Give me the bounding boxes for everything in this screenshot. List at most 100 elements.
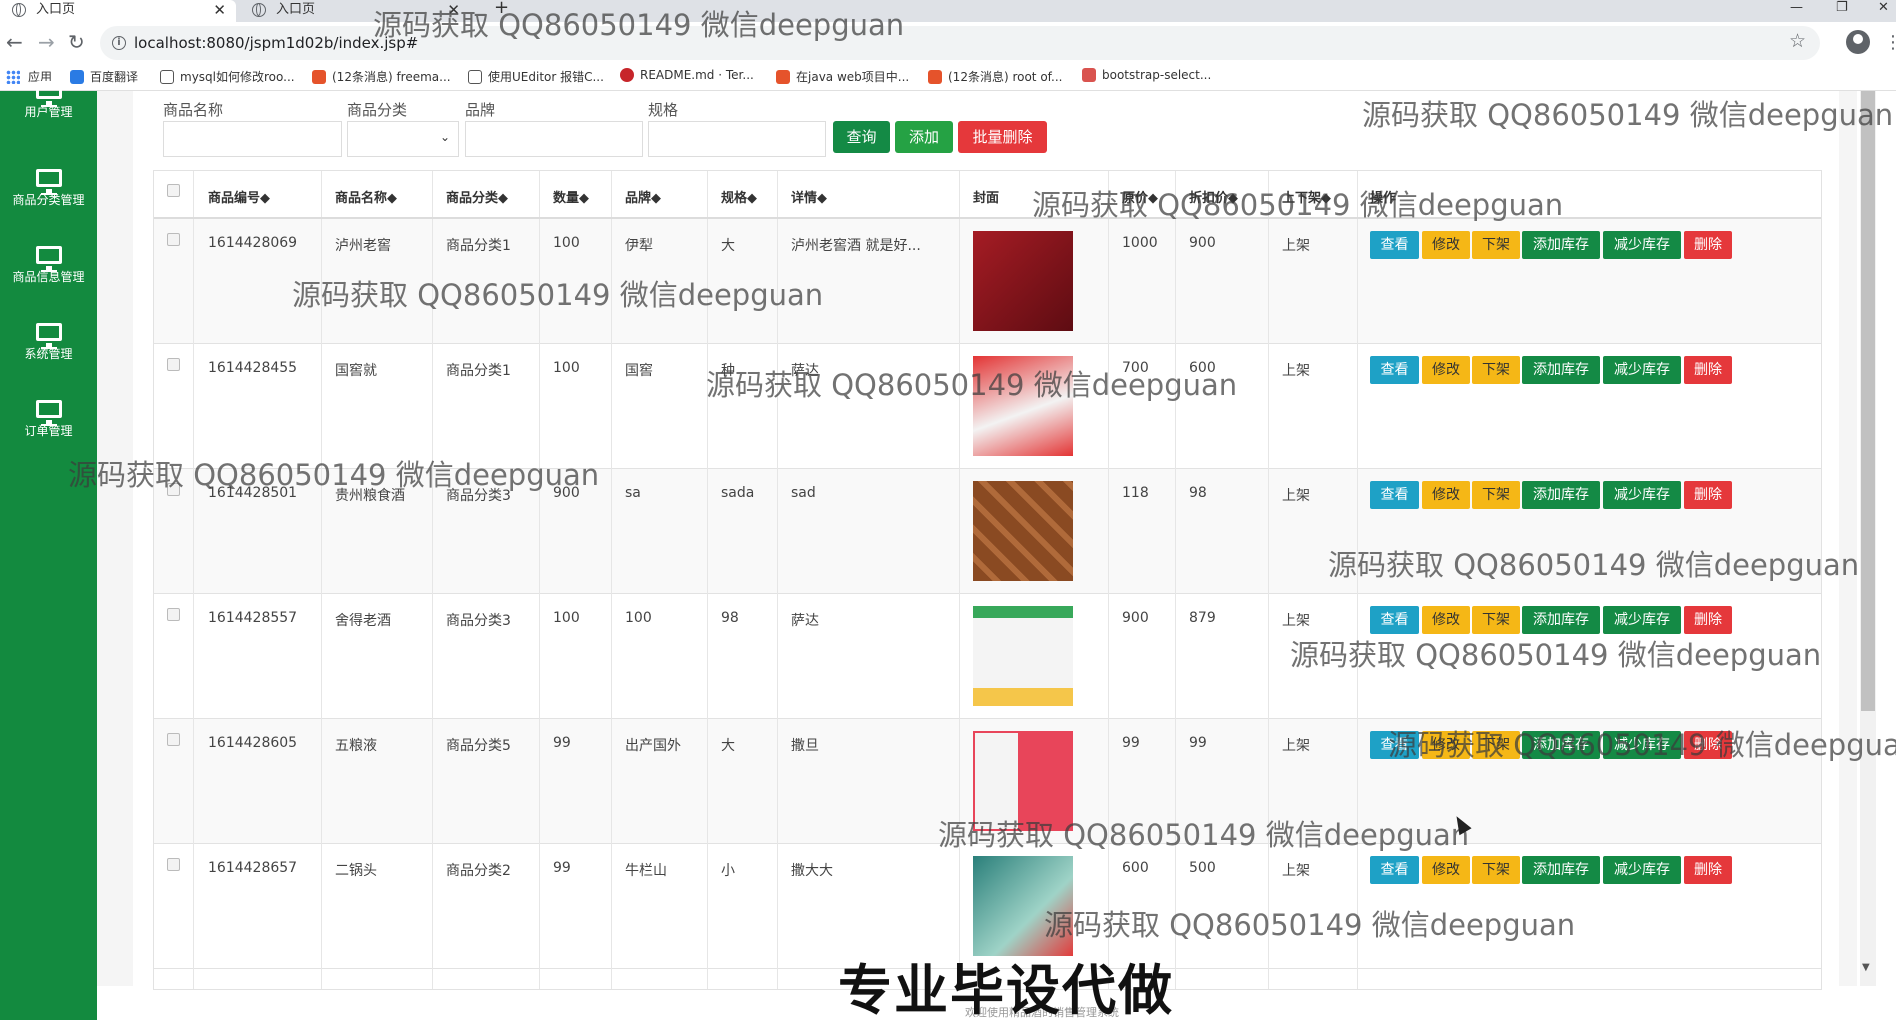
edit-button[interactable]: 修改 bbox=[1422, 231, 1470, 259]
reduce-stock-button[interactable]: 减少库存 bbox=[1603, 856, 1681, 884]
header-discount[interactable]: 折扣价◆ bbox=[1189, 187, 1238, 206]
browser-tab-active[interactable]: 入口页 ✕ bbox=[0, 0, 236, 22]
select-all-checkbox[interactable] bbox=[167, 184, 180, 197]
reduce-stock-button[interactable]: 减少库存 bbox=[1603, 231, 1681, 259]
sidebar-item-goods[interactable]: 商品信息管理 bbox=[0, 246, 97, 285]
add-stock-button[interactable]: 添加库存 bbox=[1522, 731, 1600, 759]
off-shelf-button[interactable]: 下架 bbox=[1472, 856, 1520, 884]
scroll-down-arrow-icon[interactable]: ▼ bbox=[1862, 962, 1870, 973]
edit-button[interactable]: 修改 bbox=[1422, 731, 1470, 759]
add-stock-button[interactable]: 添加库存 bbox=[1522, 231, 1600, 259]
header-qty[interactable]: 数量◆ bbox=[553, 187, 589, 206]
bookmark-item[interactable]: 在java web项目中... bbox=[776, 68, 909, 85]
edit-button[interactable]: 修改 bbox=[1422, 856, 1470, 884]
header-category[interactable]: 商品分类◆ bbox=[446, 187, 508, 206]
view-button[interactable]: 查看 bbox=[1370, 481, 1419, 509]
address-bar[interactable]: i localhost:8080/jspm1d02b/index.jsp# ☆ bbox=[100, 26, 1820, 60]
header-id[interactable]: 商品编号◆ bbox=[208, 187, 270, 206]
add-stock-button[interactable]: 添加库存 bbox=[1522, 606, 1600, 634]
header-status[interactable]: 上下架◆ bbox=[1282, 187, 1331, 206]
minimize-button[interactable]: — bbox=[1790, 0, 1803, 15]
cell-id: 1614428557 bbox=[208, 610, 298, 626]
header-name[interactable]: 商品名称◆ bbox=[335, 187, 397, 206]
reduce-stock-button[interactable]: 减少库存 bbox=[1603, 356, 1681, 384]
header-detail[interactable]: 详情◆ bbox=[791, 187, 827, 206]
delete-button[interactable]: 删除 bbox=[1684, 231, 1732, 259]
delete-button[interactable]: 删除 bbox=[1684, 731, 1732, 759]
row-checkbox[interactable] bbox=[167, 483, 180, 496]
bookmark-item[interactable]: README.md · Ter... bbox=[620, 68, 754, 82]
view-button[interactable]: 查看 bbox=[1370, 231, 1419, 259]
category-select[interactable]: ⌄ bbox=[347, 121, 459, 157]
maximize-button[interactable]: ❐ bbox=[1836, 0, 1848, 15]
spec-input[interactable] bbox=[648, 121, 826, 157]
reduce-stock-button[interactable]: 减少库存 bbox=[1603, 481, 1681, 509]
bookmark-item[interactable]: (12条消息) root of... bbox=[928, 68, 1062, 85]
cell-category: 商品分类3 bbox=[446, 613, 511, 629]
header-spec[interactable]: 规格◆ bbox=[721, 187, 757, 206]
off-shelf-button[interactable]: 下架 bbox=[1472, 481, 1520, 509]
cell-discount: 98 bbox=[1189, 485, 1207, 501]
off-shelf-button[interactable]: 下架 bbox=[1472, 606, 1520, 634]
edit-button[interactable]: 修改 bbox=[1422, 606, 1470, 634]
bookmark-item[interactable]: mysql如何修改roo... bbox=[160, 68, 295, 85]
delete-button[interactable]: 删除 bbox=[1684, 856, 1732, 884]
bookmark-star-icon[interactable]: ☆ bbox=[1789, 30, 1806, 52]
query-button[interactable]: 查询 bbox=[833, 121, 890, 153]
batch-delete-button[interactable]: 批量删除 bbox=[958, 121, 1047, 153]
column-divider bbox=[432, 171, 433, 989]
info-icon[interactable]: i bbox=[112, 36, 126, 50]
bookmark-item[interactable]: 使用UEditor 报错C... bbox=[468, 68, 604, 85]
reload-icon[interactable]: ↻ bbox=[68, 30, 85, 54]
forward-arrow-icon[interactable]: → bbox=[38, 30, 55, 54]
cell-brand: 伊犁 bbox=[625, 238, 653, 254]
tab-close-icon[interactable]: ✕ bbox=[213, 0, 226, 20]
url-text[interactable]: localhost:8080/jspm1d02b/index.jsp# bbox=[134, 34, 418, 52]
add-stock-button[interactable]: 添加库存 bbox=[1522, 356, 1600, 384]
view-button[interactable]: 查看 bbox=[1370, 856, 1419, 884]
sidebar-item-category[interactable]: 商品分类管理 bbox=[0, 169, 97, 208]
add-stock-button[interactable]: 添加库存 bbox=[1522, 856, 1600, 884]
bookmark-item[interactable]: (12条消息) freema... bbox=[312, 68, 451, 85]
name-search-input[interactable] bbox=[163, 121, 342, 157]
browser-tab-inactive[interactable]: 入口页 ✕ bbox=[240, 0, 470, 22]
row-checkbox[interactable] bbox=[167, 858, 180, 871]
reduce-stock-button[interactable]: 减少库存 bbox=[1603, 731, 1681, 759]
edit-button[interactable]: 修改 bbox=[1422, 356, 1470, 384]
bookmark-label: README.md · Ter... bbox=[640, 68, 754, 82]
cell-name: 国窖就 bbox=[335, 363, 377, 379]
sidebar-item-users[interactable]: 用户管理 bbox=[0, 81, 97, 120]
cell-status: 上架 bbox=[1282, 613, 1310, 629]
view-button[interactable]: 查看 bbox=[1370, 356, 1419, 384]
new-tab-button[interactable]: + bbox=[494, 0, 509, 18]
add-button[interactable]: 添加 bbox=[895, 121, 953, 153]
column-divider bbox=[611, 171, 612, 989]
row-checkbox[interactable] bbox=[167, 608, 180, 621]
off-shelf-button[interactable]: 下架 bbox=[1472, 231, 1520, 259]
row-checkbox[interactable] bbox=[167, 233, 180, 246]
view-button[interactable]: 查看 bbox=[1370, 731, 1419, 759]
edit-button[interactable]: 修改 bbox=[1422, 481, 1470, 509]
scrollbar-thumb[interactable] bbox=[1861, 91, 1875, 711]
delete-button[interactable]: 删除 bbox=[1684, 606, 1732, 634]
reduce-stock-button[interactable]: 减少库存 bbox=[1603, 606, 1681, 634]
row-checkbox[interactable] bbox=[167, 358, 180, 371]
header-brand[interactable]: 品牌◆ bbox=[625, 187, 661, 206]
off-shelf-button[interactable]: 下架 bbox=[1472, 356, 1520, 384]
view-button[interactable]: 查看 bbox=[1370, 606, 1419, 634]
sidebar-item-orders[interactable]: 订单管理 bbox=[0, 400, 97, 439]
add-stock-button[interactable]: 添加库存 bbox=[1522, 481, 1600, 509]
bookmark-item[interactable]: bootstrap-select... bbox=[1082, 68, 1211, 82]
sidebar-item-system[interactable]: 系统管理 bbox=[0, 323, 97, 362]
brand-input[interactable] bbox=[465, 121, 643, 157]
row-checkbox[interactable] bbox=[167, 733, 180, 746]
back-arrow-icon[interactable]: ← bbox=[6, 30, 23, 54]
browser-menu-icon[interactable]: ⋮ bbox=[1884, 32, 1896, 53]
tab-close-icon[interactable]: ✕ bbox=[447, 0, 460, 20]
off-shelf-button[interactable]: 下架 bbox=[1472, 731, 1520, 759]
delete-button[interactable]: 删除 bbox=[1684, 356, 1732, 384]
delete-button[interactable]: 删除 bbox=[1684, 481, 1732, 509]
profile-avatar-icon[interactable] bbox=[1846, 30, 1870, 54]
header-price[interactable]: 原价◆ bbox=[1122, 187, 1158, 206]
window-close-button[interactable]: ✕ bbox=[1878, 0, 1889, 15]
